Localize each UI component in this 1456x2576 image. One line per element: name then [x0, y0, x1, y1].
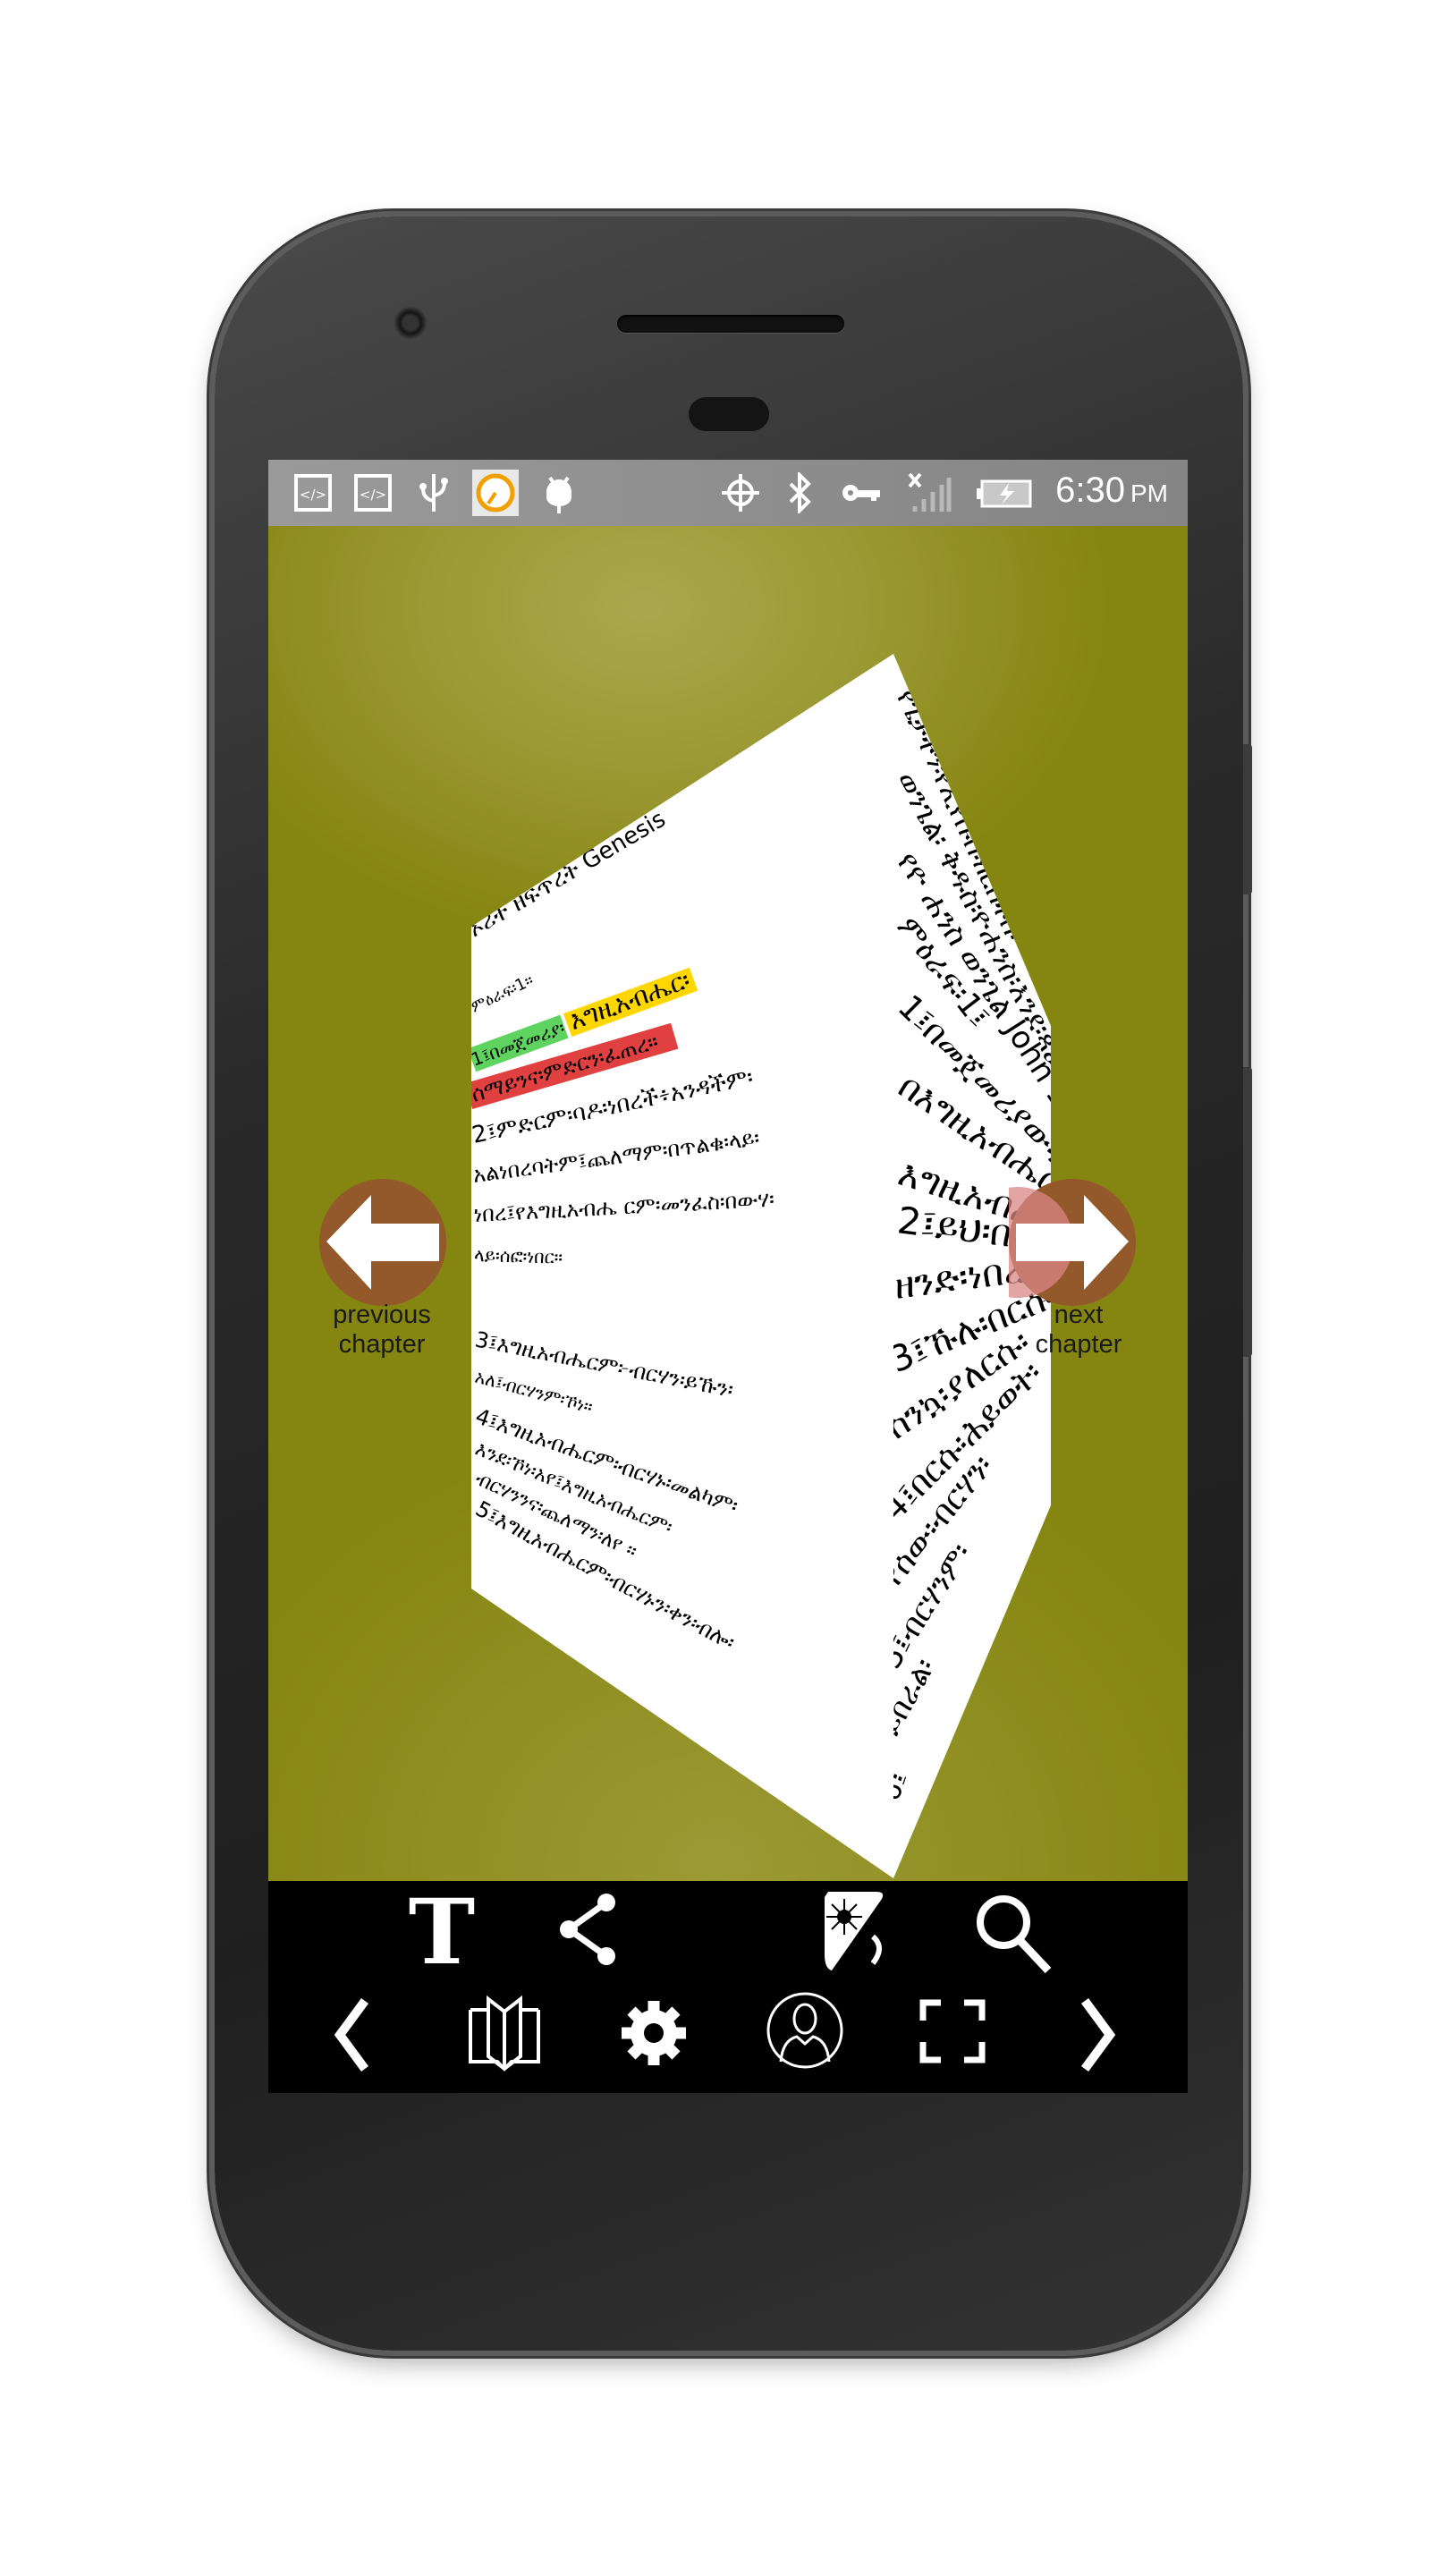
arrow-right-icon — [962, 1187, 1129, 1298]
proximity-sensor — [689, 397, 769, 431]
search-icon[interactable] — [973, 1892, 1055, 1974]
no-signal-icon — [908, 472, 952, 512]
next-label-line2: chapter — [1035, 1330, 1122, 1359]
time-text: 6:30 — [1055, 470, 1125, 510]
battery-charging-icon — [977, 479, 1032, 508]
settings-gear-icon[interactable] — [619, 1997, 689, 2069]
volume-button — [1243, 1067, 1252, 1357]
earpiece-speaker — [617, 315, 844, 333]
status-bar: </> </> 6:30 PM — [268, 460, 1188, 526]
power-button — [1243, 744, 1252, 894]
previous-chapter-button[interactable] — [319, 1179, 446, 1306]
previous-label-line1: previous — [333, 1301, 431, 1329]
front-camera — [394, 306, 427, 340]
screen: </> </> 6:30 PM ኦሪት ዘፍጥረት Genesis ምዕራፍ፡1፡፡… — [268, 460, 1188, 2093]
gps-icon — [722, 474, 759, 512]
svg-text:</>: </> — [300, 487, 326, 503]
svg-text:</>: </> — [360, 487, 386, 503]
code-icon: </> — [354, 474, 392, 512]
usb-icon — [419, 474, 448, 512]
previous-label-line2: chapter — [338, 1330, 426, 1359]
speedometer-app-icon — [472, 470, 519, 516]
android-icon — [546, 476, 571, 513]
svg-text:T: T — [409, 1892, 475, 1970]
book-icon[interactable] — [461, 1994, 547, 2074]
previous-chapter-label[interactable]: previous chapter — [292, 1301, 471, 1360]
next-label-line1: next — [1054, 1301, 1104, 1329]
verse-text: ላይ፡ሰፎ፡ነበር። — [474, 1244, 563, 1268]
chevron-right-icon[interactable] — [1078, 1997, 1117, 2072]
day-night-icon[interactable] — [823, 1892, 898, 1972]
next-chapter-button[interactable] — [962, 1179, 1136, 1306]
bottom-toolbar: T — [268, 1881, 1188, 2093]
chevron-left-icon[interactable] — [333, 1997, 372, 2072]
vpn-key-icon — [842, 485, 880, 501]
code-icon: </> — [294, 474, 332, 512]
text-size-icon[interactable]: T — [406, 1892, 478, 1970]
next-chapter-label[interactable]: next chapter — [989, 1301, 1168, 1360]
bluetooth-icon — [789, 472, 811, 513]
share-icon[interactable] — [556, 1894, 619, 1965]
reader-area: ኦሪት ዘፍጥረት Genesis ምዕራፍ፡1፡፡ 1፤በመጀመሪያ፡ እግዚአብሔ… — [268, 526, 1188, 1881]
profile-icon[interactable] — [765, 1990, 845, 2071]
clock: 6:30 PM — [1055, 470, 1168, 511]
arrow-left-icon — [326, 1195, 439, 1290]
ampm-text: PM — [1130, 479, 1168, 507]
fullscreen-icon[interactable] — [919, 1999, 986, 2063]
verse-line: ላይ፡ሰፎ፡ነበር። — [474, 1244, 563, 1268]
